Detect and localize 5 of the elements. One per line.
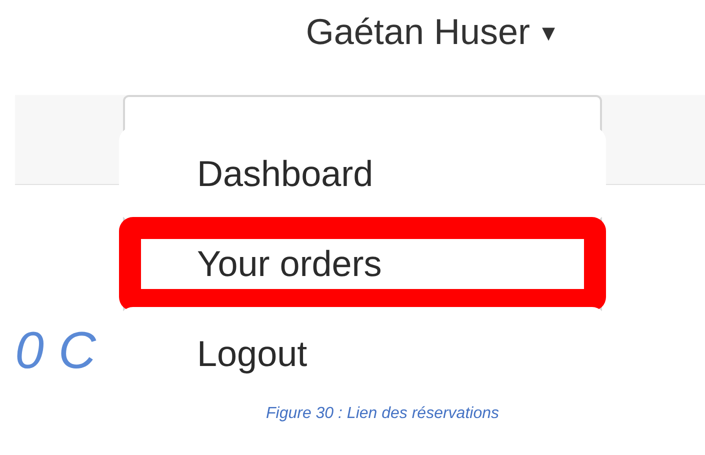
- heading-text: 0 C: [15, 322, 96, 380]
- menu-item[interactable]: Your orders: [119, 217, 606, 311]
- figure-caption: Figure 30 : Lien des réservations: [266, 404, 499, 424]
- user-menu-button[interactable]: Gaétan Huser ▾: [306, 8, 555, 56]
- menu-item[interactable]: Dashboard: [119, 127, 606, 221]
